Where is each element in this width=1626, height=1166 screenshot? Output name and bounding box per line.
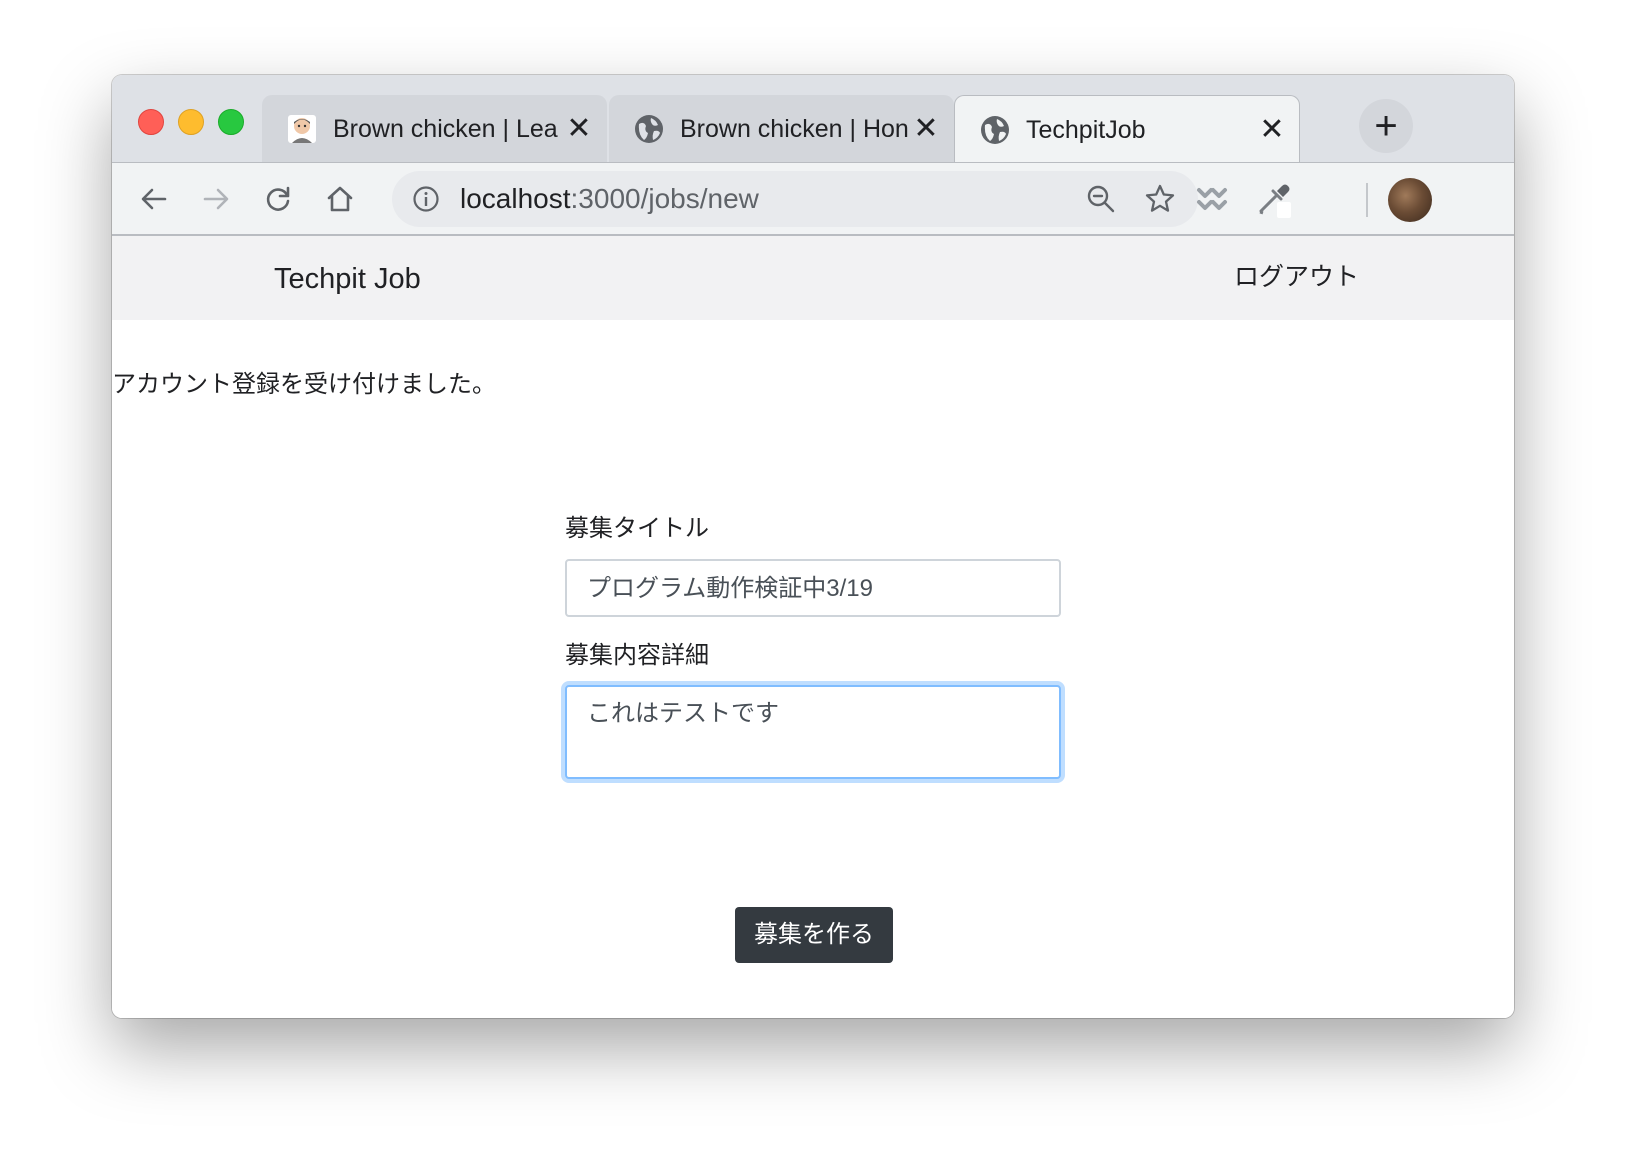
home-button[interactable]: [318, 177, 362, 221]
globe-icon: [981, 116, 1009, 144]
logout-link[interactable]: ログアウト: [1234, 262, 1359, 292]
eyedropper-icon: [1259, 184, 1291, 218]
reload-button[interactable]: [256, 177, 300, 221]
tab-title: TechpitJob: [1026, 116, 1146, 144]
tab-brown-chicken-lea[interactable]: Brown chicken | Lea ✕: [262, 95, 607, 162]
avatar-favicon-icon: [288, 115, 316, 143]
page-content: Techpit Job ログアウト アカウント登録を受け付けました。 募集タイト…: [112, 236, 1514, 1018]
star-icon[interactable]: [1144, 183, 1176, 215]
url-text[interactable]: localhost:3000/jobs/new: [460, 183, 759, 215]
tab-strip: Brown chicken | Lea ✕ Brown chicken | Ho…: [112, 75, 1514, 162]
tab-title: Brown chicken | Hon: [680, 115, 909, 143]
site-navbar: Techpit Job ログアウト: [112, 236, 1514, 320]
tab-title: Brown chicken | Lea: [333, 115, 558, 143]
close-window-button[interactable]: [138, 109, 164, 135]
submit-button[interactable]: 募集を作る: [735, 907, 893, 963]
tab-close-icon[interactable]: ✕: [911, 114, 941, 144]
toolbar-divider: [1366, 183, 1368, 217]
flash-message: アカウント登録を受け付けました。: [112, 371, 496, 398]
detail-label: 募集内容詳細: [565, 642, 709, 669]
info-icon[interactable]: [412, 185, 440, 213]
title-input[interactable]: プログラム動作検証中3/19: [565, 559, 1061, 617]
extensions-icon: [1197, 188, 1227, 210]
minimize-window-button[interactable]: [178, 109, 204, 135]
globe-icon: [635, 115, 663, 143]
new-tab-button[interactable]: +: [1359, 99, 1413, 153]
zoom-icon[interactable]: [1085, 183, 1117, 215]
url-host: localhost: [460, 183, 571, 214]
back-button[interactable]: [132, 177, 176, 221]
tab-close-icon[interactable]: ✕: [1257, 115, 1287, 145]
reload-icon: [266, 186, 290, 211]
browser-window: Brown chicken | Lea ✕ Brown chicken | Ho…: [112, 75, 1514, 1018]
tab-close-icon[interactable]: ✕: [564, 114, 594, 144]
detail-textarea[interactable]: これはテストです: [565, 685, 1061, 779]
brand-link[interactable]: Techpit Job: [274, 262, 421, 296]
forward-arrow-icon: [203, 188, 229, 210]
forward-button[interactable]: [194, 177, 238, 221]
zoom-window-button[interactable]: [218, 109, 244, 135]
browser-toolbar: localhost:3000/jobs/new: [112, 162, 1514, 236]
more-menu-button[interactable]: [1399, 177, 1443, 221]
eyedropper-button[interactable]: [1252, 177, 1296, 221]
tab-techpitjob[interactable]: TechpitJob ✕: [954, 95, 1300, 162]
home-icon: [327, 186, 353, 212]
job-form: 募集タイトル プログラム動作検証中3/19 募集内容詳細 これはテストです: [565, 514, 1061, 779]
url-path: :3000/jobs/new: [570, 183, 759, 214]
tab-brown-chicken-hon[interactable]: Brown chicken | Hon ✕: [609, 95, 954, 162]
extensions-button[interactable]: [1190, 177, 1234, 221]
address-bar[interactable]: localhost:3000/jobs/new: [392, 171, 1198, 227]
back-arrow-icon: [141, 188, 167, 210]
title-label: 募集タイトル: [565, 515, 709, 542]
